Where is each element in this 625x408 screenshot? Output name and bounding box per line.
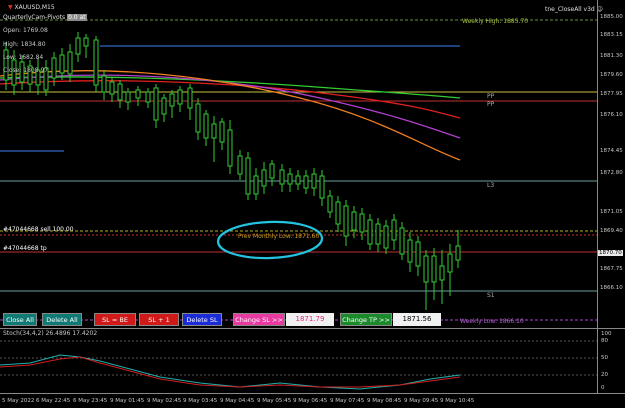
stoch-signal-line: [0, 356, 461, 388]
indicator-label: QuarterlyCam-Pivots 0.0 at: [3, 14, 87, 21]
price-tick: 1874.45: [600, 148, 623, 154]
price-tick: 1871.05: [600, 209, 623, 215]
price-tick: 1883.15: [600, 32, 623, 38]
price-tick: 1879.60: [600, 72, 623, 78]
ma-green: [0, 76, 461, 99]
time-tick: 9 May 08:45: [367, 398, 402, 404]
info-open: Open: 1769.08: [3, 27, 48, 34]
candles: [3, 32, 461, 310]
chart-canvas: [0, 19, 597, 321]
delete-all-button[interactable]: Delete All: [42, 313, 82, 326]
weekly-low-label: Weekly Low: 1866.10: [460, 318, 524, 325]
time-axis: 5 May 2022 6 May 22:45 6 May 23:45 9 May…: [0, 393, 625, 408]
ma-red: [0, 80, 461, 119]
weekly-high-label: Weekly High: 1885.70: [462, 18, 529, 25]
time-tick: 9 May 05:45: [257, 398, 292, 404]
tp-order-label[interactable]: #47044668 tp: [3, 245, 47, 252]
time-tick: 9 May 01:45: [110, 398, 145, 404]
change-tp-button[interactable]: Change TP >>: [340, 313, 392, 326]
s1-label: S1: [487, 292, 495, 299]
info-low: Low: 1682.84: [3, 54, 44, 61]
price-tick: 1869.40: [600, 228, 623, 234]
info-close: Close: 1808.97: [3, 67, 49, 74]
ea-label: tne_CloseAll v3d ☺: [545, 6, 603, 13]
time-tick: 9 May 07:45: [330, 398, 365, 404]
time-tick: 9 May 06:45: [293, 398, 328, 404]
price-tick: 1876.10: [600, 112, 623, 118]
price-tick: 1866.10: [600, 285, 623, 291]
time-tick: 9 May 04:45: [220, 398, 255, 404]
time-tick: 9 May 10:45: [440, 398, 475, 404]
price-tick: 1881.30: [600, 53, 623, 59]
time-tick: 6 May 23:45: [73, 398, 108, 404]
stoch-label: Stoch(34,4,2) 26.4896 17.4202: [3, 330, 98, 337]
delete-sl-button[interactable]: Delete SL: [182, 313, 222, 326]
annotation-ellipse: [216, 220, 324, 260]
l3-label: L3: [487, 182, 495, 189]
stoch-tick: 0: [601, 385, 605, 391]
close-all-button[interactable]: Close All: [3, 313, 37, 326]
change-sl-button[interactable]: Change SL >>: [233, 313, 285, 326]
stoch-tick: 50: [601, 355, 608, 361]
symbol-icon: ▼: [8, 4, 13, 11]
price-tick: 1885.00: [600, 14, 623, 20]
tp-value-field[interactable]: 1871.56: [393, 313, 441, 326]
sl-plus1-button[interactable]: SL + 1: [139, 313, 179, 326]
price-tick: 1872.80: [600, 170, 623, 176]
pp2-label: PP: [487, 101, 495, 108]
time-tick: 9 May 03:45: [183, 398, 218, 404]
sl-value-field[interactable]: 1871.79: [286, 313, 334, 326]
info-high: High: 1834.80: [3, 41, 46, 48]
stoch-main-line: [0, 354, 461, 390]
price-axis: 1885.00 1883.15 1881.30 1879.60 1877.95 …: [597, 0, 625, 328]
time-tick: 6 May 22:45: [36, 398, 71, 404]
prev-monthly-low-label: Prev Monthly Low: 1871.60: [238, 233, 320, 240]
main-chart[interactable]: ▼ XAUUSD,M15 QuarterlyCam-Pivots 0.0 at …: [0, 0, 603, 328]
sell-order-label[interactable]: #47044668 sell 100.00: [3, 226, 74, 233]
pp1-label: PP: [487, 93, 495, 100]
time-tick: 9 May 09:45: [404, 398, 439, 404]
stoch-tick: 20: [601, 372, 608, 378]
symbol-label: ▼ XAUUSD,M15: [8, 4, 55, 11]
price-tick: 1877.95: [600, 91, 623, 97]
time-tick: 5 May 2022: [2, 398, 35, 404]
sl-be-button[interactable]: SL = BE: [94, 313, 136, 326]
price-tick: 1867.75: [600, 266, 623, 272]
current-price-label: 1870.70: [598, 250, 623, 256]
stoch-axis: 100 80 50 20 0: [597, 329, 625, 393]
stoch-panel[interactable]: Stoch(34,4,2) 26.4896 17.4202: [0, 329, 597, 393]
stoch-canvas: [0, 340, 597, 390]
stoch-tick: 80: [601, 338, 608, 344]
stoch-tick: 100: [601, 331, 612, 337]
time-tick: 9 May 02:45: [147, 398, 182, 404]
